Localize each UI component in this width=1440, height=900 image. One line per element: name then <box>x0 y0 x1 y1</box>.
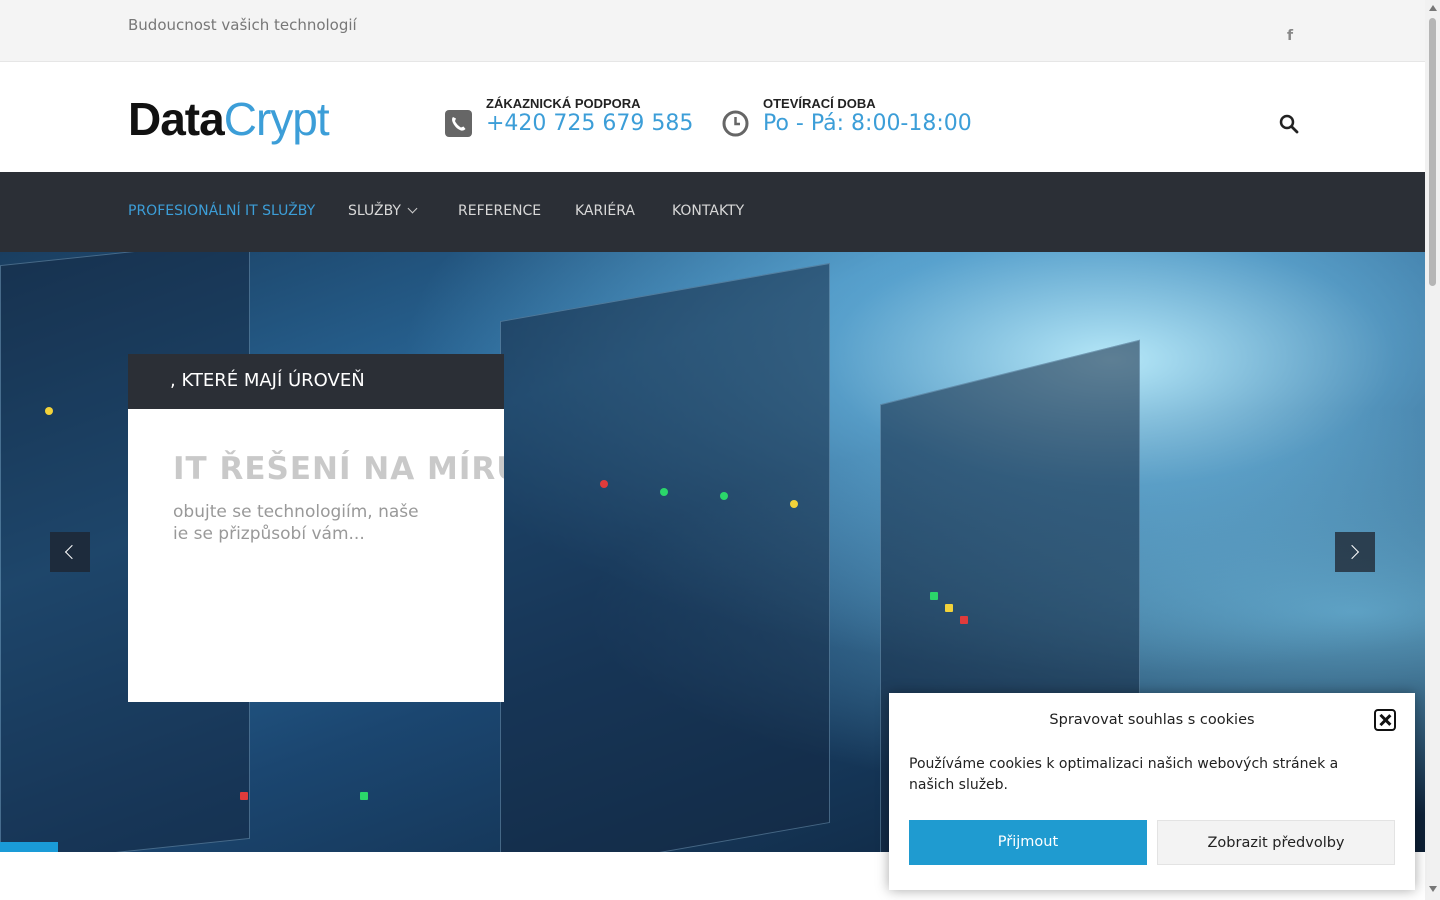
led <box>360 792 368 800</box>
scroll-up-icon[interactable] <box>1429 5 1437 11</box>
main-nav: PROFESIONÁLNÍ IT SLUŽBY SLUŽBY REFERENCE… <box>0 172 1425 252</box>
cookie-text: Používáme cookies k optimalizaci našich … <box>909 756 1339 793</box>
slide-card: IT ŘEŠENÍ NA MÍRU obujte se technologiím… <box>128 409 504 702</box>
chevron-right-icon <box>1344 544 1360 560</box>
search-icon[interactable] <box>1279 114 1299 134</box>
led <box>945 604 953 612</box>
logo-text-data: Data <box>128 93 225 145</box>
led <box>930 592 938 600</box>
nav-item-services[interactable]: SLUŽBY <box>348 203 418 219</box>
nav-item-contacts[interactable]: KONTAKTY <box>672 203 744 219</box>
nav-item-services-label: SLUŽBY <box>348 203 401 219</box>
logo-text-crypt: Crypt <box>223 93 330 145</box>
slider-next-button[interactable] <box>1335 532 1375 572</box>
cookie-title: Spravovat souhlas s cookies <box>1049 712 1255 728</box>
accept-button[interactable]: Přijmout <box>909 820 1147 865</box>
close-icon[interactable] <box>1374 709 1396 731</box>
tagline: Budoucnost vašich technologií <box>128 16 357 34</box>
hours-label: OTEVÍRACÍ DOBA <box>763 96 876 111</box>
slide-text: obujte se technologiím, naše ie se přizp… <box>173 501 473 545</box>
top-bar: Budoucnost vašich technologií f <box>0 0 1425 62</box>
site-header: DataCrypt ZÁKAZNICKÁ PODPORA +420 725 67… <box>0 62 1425 172</box>
clock-icon <box>722 110 749 137</box>
led <box>960 616 968 624</box>
led <box>790 500 798 508</box>
slider-indicator[interactable] <box>0 842 58 852</box>
led <box>45 407 53 415</box>
scroll-thumb[interactable] <box>1429 18 1436 286</box>
logo[interactable]: DataCrypt <box>128 89 330 149</box>
chevron-left-icon <box>64 544 80 560</box>
facebook-icon[interactable]: f <box>1287 28 1293 44</box>
slider-prev-button[interactable] <box>50 532 90 572</box>
slide-title: IT ŘEŠENÍ NA MÍRU <box>173 451 504 487</box>
nav-item-professional-it[interactable]: PROFESIONÁLNÍ IT SLUŽBY <box>128 203 315 219</box>
nav-item-references[interactable]: REFERENCE <box>458 203 541 219</box>
nav-item-career[interactable]: KARIÉRA <box>575 203 635 219</box>
server-rack-image <box>500 262 830 852</box>
slide-banner: , KTERÉ MAJÍ ÚROVEŇ <box>128 354 504 409</box>
led <box>600 480 608 488</box>
chevron-down-icon <box>407 203 418 214</box>
support-phone[interactable]: +420 725 679 585 <box>486 111 693 136</box>
hours-value: Po - Pá: 8:00-18:00 <box>763 111 972 136</box>
preferences-button[interactable]: Zobrazit předvolby <box>1157 820 1395 865</box>
cookie-consent-dialog: Spravovat souhlas s cookies Používáme co… <box>889 693 1415 890</box>
phone-icon <box>445 110 472 137</box>
led <box>240 792 248 800</box>
slide-text-line: ie se přizpůsobí vám... <box>173 524 365 544</box>
slide-text-line: obujte se technologiím, naše <box>173 502 419 522</box>
led <box>720 492 728 500</box>
scrollbar[interactable] <box>1425 0 1440 900</box>
support-label: ZÁKAZNICKÁ PODPORA <box>486 96 641 111</box>
led <box>660 488 668 496</box>
scroll-down-icon[interactable] <box>1429 886 1437 892</box>
